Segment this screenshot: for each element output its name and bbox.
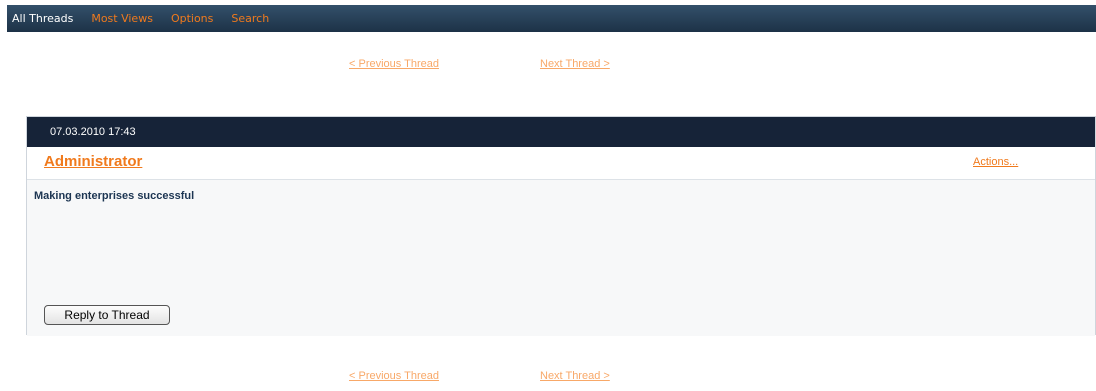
next-thread-link[interactable]: Next Thread > <box>540 58 610 70</box>
tab-options[interactable]: Options <box>171 12 213 25</box>
post-header: 07.03.2010 17:43 <box>27 117 1095 147</box>
previous-thread-link[interactable]: < Previous Thread <box>349 370 439 382</box>
actions-link[interactable]: Actions... <box>973 156 1018 168</box>
previous-thread-link[interactable]: < Previous Thread <box>349 58 439 70</box>
tab-search[interactable]: Search <box>231 12 269 25</box>
reply-to-thread-button[interactable]: Reply to Thread <box>44 305 170 325</box>
tab-most-views[interactable]: Most Views <box>91 12 153 25</box>
top-navigation-bar: All Threads Most Views Options Search <box>7 5 1096 32</box>
post-message: Making enterprises successful <box>34 190 195 202</box>
author-link[interactable]: Administrator <box>44 153 142 170</box>
post-body: Making enterprises successful Reply to T… <box>27 180 1095 336</box>
next-thread-link[interactable]: Next Thread > <box>540 370 610 382</box>
thread-pager-bottom: < Previous Thread Next Thread > <box>0 370 1096 386</box>
thread-post: 07.03.2010 17:43 Administrator Actions..… <box>26 116 1096 336</box>
post-author-row: Administrator Actions... <box>27 147 1095 180</box>
post-timestamp: 07.03.2010 17:43 <box>50 126 136 138</box>
tab-all-threads[interactable]: All Threads <box>12 12 73 25</box>
thread-pager-top: < Previous Thread Next Thread > <box>0 58 1096 74</box>
